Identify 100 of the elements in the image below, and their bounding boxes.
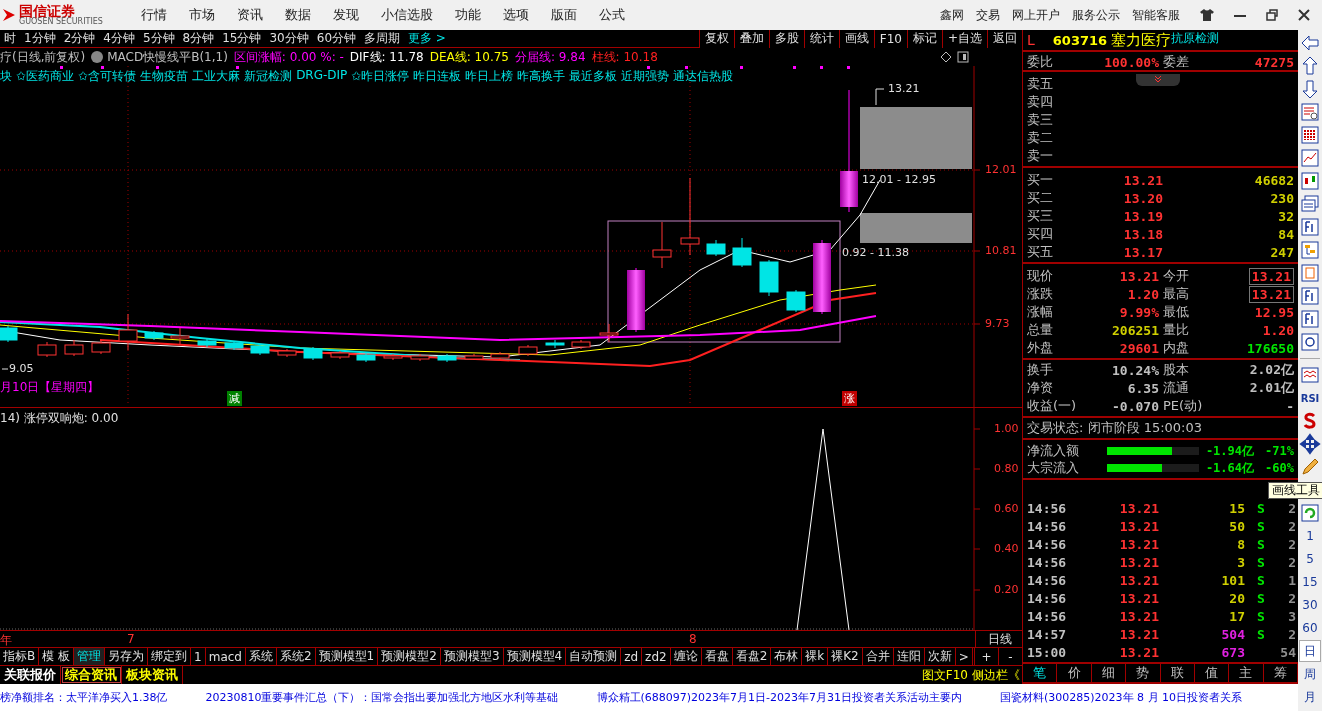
menu-item[interactable]: 资讯 — [226, 6, 274, 24]
concept-tag[interactable]: ✩医药商业 — [16, 68, 75, 85]
news-item[interactable]: 20230810重要事件汇总（下）：国常会指出要加强北方地区水利等基础 — [205, 690, 559, 705]
concept-tag[interactable]: 新冠检测 — [244, 68, 293, 85]
formula-tab[interactable]: zd — [621, 648, 643, 665]
pencil-icon[interactable] — [1299, 456, 1321, 478]
period-tab[interactable]: 60分钟 — [312, 30, 361, 47]
period-button[interactable]: 30 — [1299, 594, 1321, 616]
panel-toggle-icon[interactable] — [957, 51, 969, 63]
concept-tag[interactable]: 生物疫苗 — [140, 68, 189, 85]
color-table-icon[interactable] — [1299, 124, 1321, 146]
more-periods-link[interactable]: 更多 > — [404, 30, 450, 47]
period-tab[interactable]: 4分钟 — [99, 30, 139, 47]
formula-tab[interactable]: 模 板 — [39, 648, 75, 665]
formula-tab[interactable]: 裸K2 — [828, 648, 863, 665]
period-tab[interactable]: 5分钟 — [138, 30, 179, 47]
line-chart-icon[interactable] — [1299, 147, 1321, 169]
formula-tab[interactable]: 布林 — [771, 648, 803, 665]
concept-tag[interactable]: ✩含可转债 — [78, 68, 137, 85]
period-tab[interactable]: 15分钟 — [218, 30, 266, 47]
concept-tag[interactable]: DRG-DIP — [296, 68, 348, 85]
menu-item[interactable]: 行情 — [130, 6, 178, 24]
candle — [250, 343, 270, 356]
period-button[interactable]: 15 — [1299, 571, 1321, 593]
wave-icon[interactable] — [1299, 364, 1321, 386]
move-icon[interactable] — [1299, 433, 1321, 455]
header-link[interactable]: 鑫网 — [934, 6, 970, 24]
header-link[interactable]: 智能客服 — [1126, 6, 1186, 24]
period-tab[interactable]: 时 — [0, 30, 20, 47]
concept-tag[interactable]: 近期强势 — [621, 68, 670, 85]
period-tab[interactable]: 8分钟 — [178, 30, 219, 47]
period-button[interactable]: 月 — [1299, 686, 1321, 708]
price-annotation: 0.92 - 11.38 — [842, 246, 909, 259]
quote-label: 内盘 — [1163, 339, 1190, 357]
side-link[interactable]: 侧边栏《 — [972, 666, 1020, 684]
fx-box-icon[interactable] — [1299, 308, 1321, 330]
skin-icon[interactable] — [1200, 9, 1214, 21]
menu-item[interactable]: 版面 — [540, 6, 588, 24]
formula-tab[interactable]: 预测模型2 — [378, 648, 441, 665]
notebook-icon[interactable] — [1299, 262, 1321, 284]
dropdown-icon[interactable] — [91, 51, 104, 63]
concept-tag[interactable]: 块 — [0, 68, 12, 85]
formula-tab[interactable]: 管理 — [74, 648, 106, 665]
ask-label: 卖二 — [1027, 129, 1054, 147]
quote-value: 13.21 — [1248, 285, 1294, 303]
concept-tag[interactable]: 昨高换手 — [517, 68, 566, 85]
menu-item[interactable]: 市场 — [178, 6, 226, 24]
refresh-icon[interactable] — [1299, 502, 1321, 524]
header-link[interactable]: 网上开户 — [1006, 6, 1066, 24]
tree-icon[interactable] — [1299, 239, 1321, 261]
bid-price: 13.20 — [1122, 190, 1163, 206]
flow-percent: -60% — [1264, 461, 1294, 475]
header-link[interactable]: 交易 — [970, 6, 1006, 24]
concept-tag[interactable]: 昨日连板 — [413, 68, 462, 85]
range-box[interactable] — [607, 220, 841, 343]
trade-price: 13.21 — [1118, 608, 1159, 624]
period-button[interactable]: 60 — [1299, 617, 1321, 639]
period-tab[interactable]: 1分钟 — [20, 30, 60, 47]
header-link[interactable]: 服务公示 — [1066, 6, 1126, 24]
restore-icon[interactable] — [1266, 9, 1278, 21]
circle-icon[interactable] — [1299, 331, 1321, 353]
tooltip: 画线工具 — [1268, 482, 1322, 499]
news-item[interactable]: 榜净额排名：太平洋净买入1.38亿 — [0, 690, 168, 705]
concept-tag[interactable]: 工业大麻 — [192, 68, 241, 85]
f10-box-icon[interactable] — [1299, 216, 1321, 238]
concept-tag[interactable]: 最近多板 — [569, 68, 618, 85]
period-button[interactable]: 周 — [1299, 663, 1321, 685]
formula-tab[interactable]: 裸k — [802, 648, 829, 665]
period-tab[interactable]: 2分钟 — [59, 30, 100, 47]
period-button[interactable]: 日 — [1299, 640, 1321, 662]
period-tab[interactable]: 多周期 — [360, 30, 405, 47]
stock-concept[interactable]: 抗原检测 — [1171, 30, 1220, 47]
expand-tab[interactable] — [1136, 74, 1180, 86]
menu-item[interactable]: 小信选股 — [370, 6, 444, 24]
news-item[interactable]: 博众精工(688097)2023年7月1日-2023年7月31日投资者关系活动主要内 — [596, 690, 963, 705]
menu-item[interactable]: 功能 — [444, 6, 492, 24]
concept-tag[interactable]: ✩昨日涨停 — [351, 68, 410, 85]
period-tab[interactable]: 30分钟 — [265, 30, 313, 47]
list-check-icon[interactable] — [1299, 101, 1321, 123]
formula-tab[interactable]: zd2 — [642, 648, 671, 665]
menu-item[interactable]: 发现 — [322, 6, 370, 24]
rsi-button[interactable]: RSI — [1299, 387, 1321, 409]
info-tab[interactable]: 综合资讯 — [61, 666, 122, 684]
news-item[interactable]: 国瓷材料(300285)2023年 8 月 10日投资者关系 — [1000, 690, 1243, 705]
menu-item[interactable]: 公式 — [588, 6, 636, 24]
close-icon[interactable] — [1298, 9, 1310, 21]
window-icon[interactable] — [1299, 193, 1321, 215]
concept-tag[interactable]: 通达信热股 — [673, 68, 734, 85]
formula-tab[interactable]: 绑定到 — [148, 648, 192, 665]
menu-item[interactable]: 选项 — [492, 6, 540, 24]
concept-tag[interactable]: 昨日上榜 — [465, 68, 514, 85]
period-button[interactable]: 1 — [1299, 525, 1321, 547]
candlestick-icon[interactable] — [1299, 170, 1321, 192]
f12-box-icon[interactable] — [1299, 285, 1321, 307]
side-link[interactable]: 图文F10 — [921, 666, 968, 684]
diamond-icon[interactable] — [940, 51, 952, 63]
period-button[interactable]: 5 — [1299, 548, 1321, 570]
menu-item[interactable]: 数据 — [274, 6, 322, 24]
formula-tab[interactable]: 指标B — [0, 648, 40, 665]
stock-code: 603716 — [1052, 32, 1108, 48]
